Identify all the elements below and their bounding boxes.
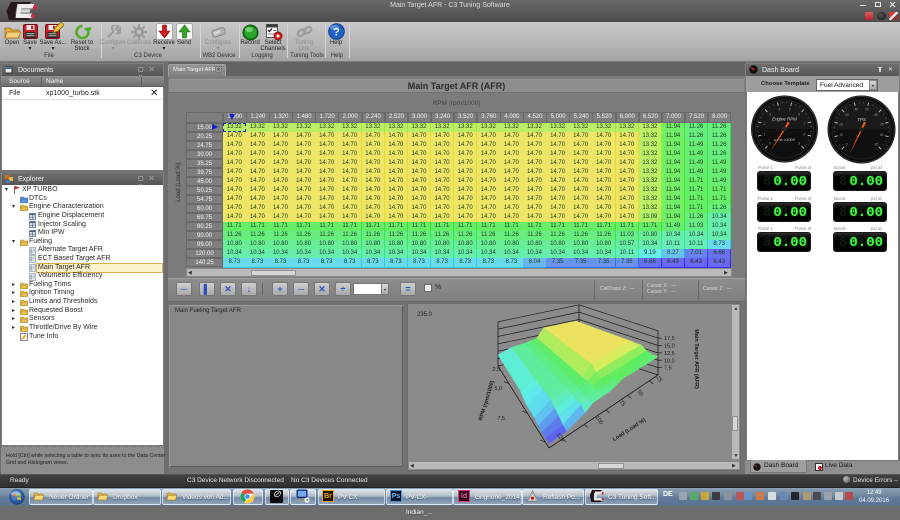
svg-text:10: 10 xyxy=(839,133,843,137)
svg-text:40: 40 xyxy=(854,107,858,111)
svg-text:Main Target AFR (AFR): Main Target AFR (AFR) xyxy=(693,329,699,389)
svg-text:RPM (rpm/1000): RPM (rpm/1000) xyxy=(478,380,496,422)
svg-text:6: 6 xyxy=(798,113,800,117)
svg-text:2: 2 xyxy=(763,122,766,126)
svg-text:90: 90 xyxy=(875,143,879,147)
svg-text:0: 0 xyxy=(769,142,771,146)
svg-text:100: 100 xyxy=(594,415,604,426)
svg-text:50: 50 xyxy=(636,389,644,397)
svg-text:0: 0 xyxy=(846,143,848,147)
svg-text:20: 20 xyxy=(838,122,843,126)
svg-text:60: 60 xyxy=(875,113,879,117)
svg-text:10,0: 10,0 xyxy=(664,358,675,364)
svg-text:15,0: 15,0 xyxy=(664,344,675,350)
svg-text:8: 8 xyxy=(803,133,805,137)
svg-text:7: 7 xyxy=(803,122,805,126)
svg-text:80: 80 xyxy=(880,133,884,137)
svg-text:4: 4 xyxy=(778,107,780,111)
svg-text:3: 3 xyxy=(769,113,771,117)
svg-text:5,0: 5,0 xyxy=(494,386,502,392)
svg-text:TPS: TPS xyxy=(857,117,866,122)
svg-text:7,5: 7,5 xyxy=(497,416,505,422)
svg-text:?: ? xyxy=(333,27,340,39)
svg-text:Engine RPM: Engine RPM xyxy=(772,117,797,122)
svg-text:5: 5 xyxy=(789,107,791,111)
svg-text:70: 70 xyxy=(880,122,884,126)
svg-text:12,5: 12,5 xyxy=(664,351,675,357)
svg-text:Load (Load %): Load (Load %) xyxy=(612,417,647,443)
svg-text:17,5: 17,5 xyxy=(664,336,675,342)
svg-text:9: 9 xyxy=(798,142,800,146)
svg-text:2,5: 2,5 xyxy=(492,367,500,373)
svg-text:75: 75 xyxy=(618,399,626,407)
svg-text:1: 1 xyxy=(764,133,766,137)
svg-text:50: 50 xyxy=(865,107,869,111)
svg-text:7,5: 7,5 xyxy=(664,366,672,372)
svg-text:30: 30 xyxy=(845,113,849,117)
